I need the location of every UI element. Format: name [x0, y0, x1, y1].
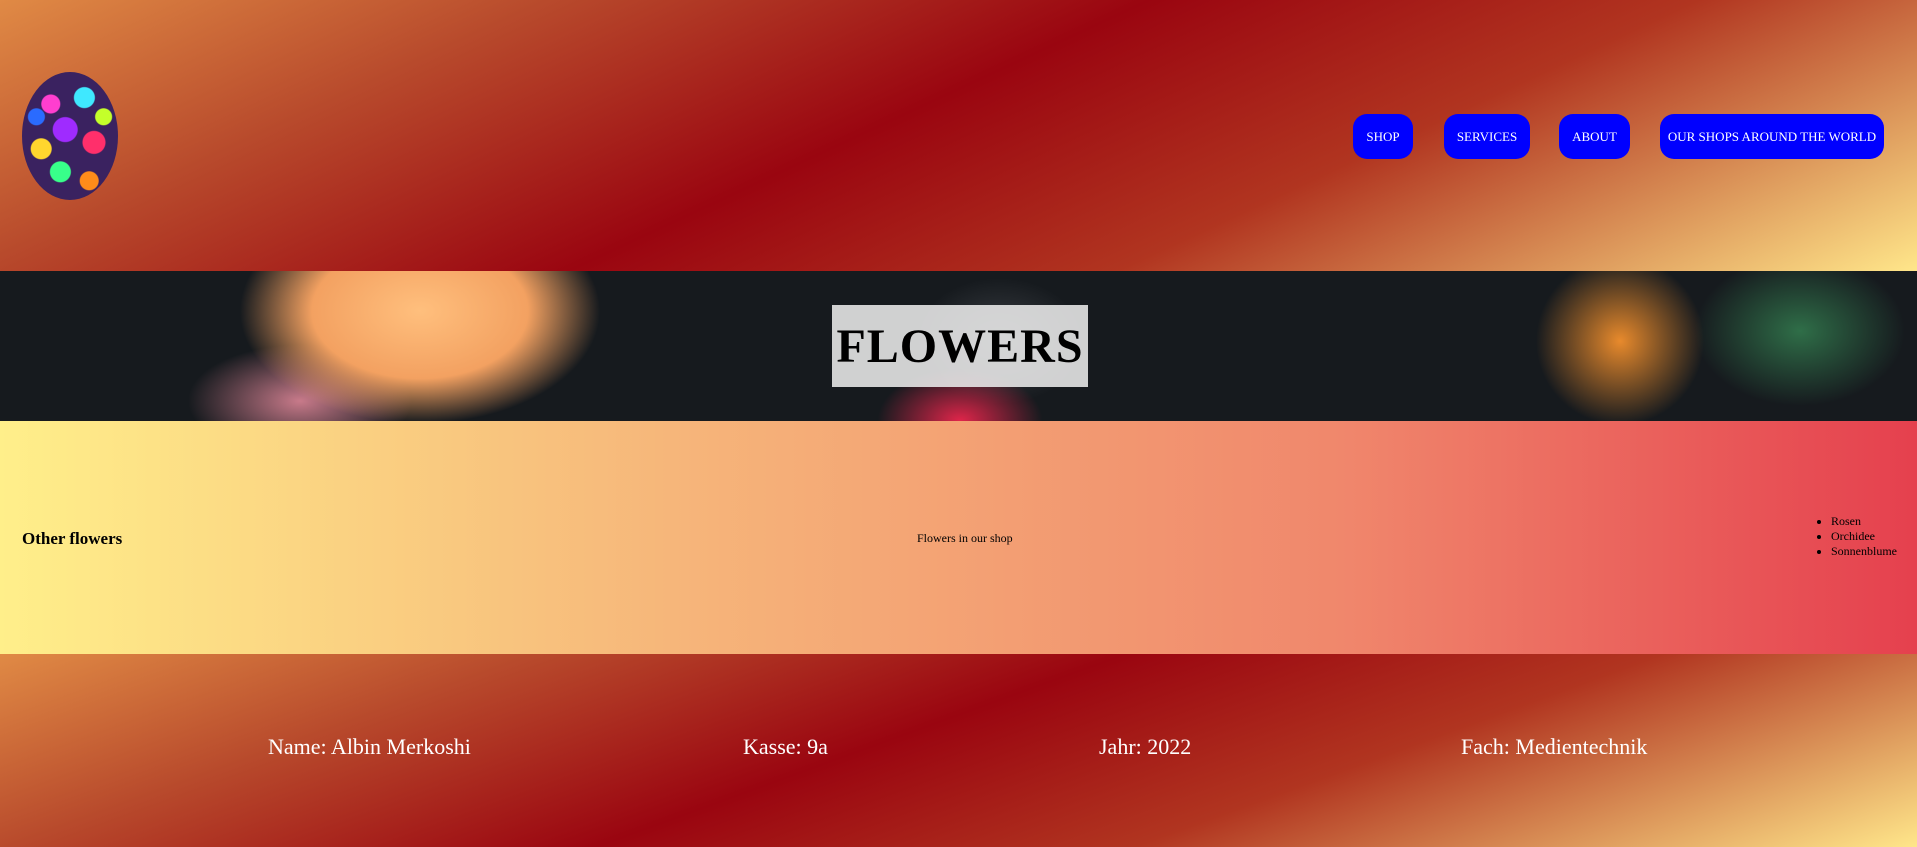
footer-year: Jahr: 2022 [1099, 734, 1192, 759]
page-title: FLOWERS [836, 319, 1084, 373]
flowers-in-shop-text: Flowers in our shop [917, 531, 1013, 545]
main-content: Other flowers Flowers in our shop Rosen … [0, 421, 1917, 654]
nav-about-button[interactable]: ABOUT [1559, 114, 1630, 159]
site-header: SHOP SERVICES ABOUT OUR SHOPS AROUND THE… [0, 0, 1917, 271]
list-item: Rosen [1831, 514, 1897, 529]
footer-class: Kasse: 9a [743, 734, 828, 759]
footer-name: Name: Albin Merkoshi [268, 734, 471, 759]
nav-shops-world-button[interactable]: OUR SHOPS AROUND THE WORLD [1660, 114, 1884, 159]
list-item: Sonnenblume [1831, 544, 1897, 559]
list-item: Orchidee [1831, 529, 1897, 544]
footer-subject: Fach: Medientechnik [1461, 734, 1648, 759]
hero-title-box: FLOWERS [832, 305, 1088, 387]
site-footer: Name: Albin Merkoshi Kasse: 9a Jahr: 202… [0, 654, 1917, 847]
other-flowers-heading: Other flowers [22, 529, 123, 548]
main-navigation: SHOP SERVICES ABOUT OUR SHOPS AROUND THE… [0, 114, 1917, 159]
flower-list: Rosen Orchidee Sonnenblume [1831, 514, 1897, 559]
nav-shop-button[interactable]: SHOP [1353, 114, 1413, 159]
nav-services-button[interactable]: SERVICES [1444, 114, 1530, 159]
hero-banner: FLOWERS [0, 271, 1917, 421]
